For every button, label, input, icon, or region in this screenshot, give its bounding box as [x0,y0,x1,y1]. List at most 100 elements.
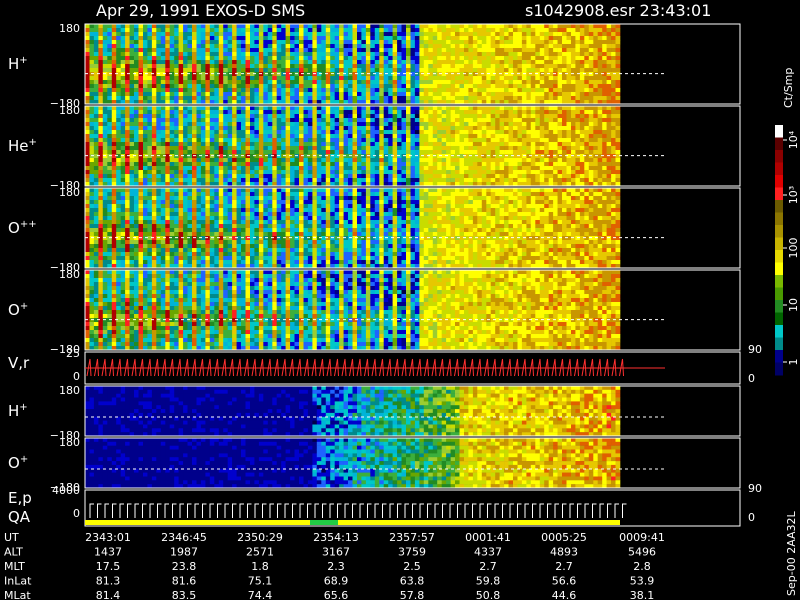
colorbar-segment [775,250,783,263]
vr-tick-top: 25 [66,347,80,360]
spectrogram-panel [85,188,621,269]
colorbar-segment [775,287,783,301]
footer-value: 53.9 [630,575,655,588]
colorbar-segment [775,212,783,226]
y-tick-top: 180 [59,436,80,449]
footer-value: 3759 [398,546,426,559]
panel-label: H+ [8,55,28,73]
footer-value: 4893 [550,546,578,559]
vr-right-tick-bottom: 0 [748,372,755,385]
panel-label: H+ [8,402,28,420]
panel-label: O++ [8,219,37,237]
colorbar-segment [775,125,783,138]
footer-value: 2.5 [403,560,421,573]
footer-value: 57.8 [400,589,425,600]
spectrogram-panel [85,24,621,105]
footer-value: 38.1 [630,589,655,600]
footer-value: 0009:41 [619,531,665,544]
footer-value: 1.8 [251,560,269,573]
footer-value: 2.8 [633,560,651,573]
footer-value: 0001:41 [465,531,511,544]
y-tick-top: 180 [59,104,80,117]
footer-value: 2350:29 [237,531,283,544]
footer-value: 75.1 [248,575,273,588]
spectrogram-panel-lower [85,386,621,437]
colorbar-segment [775,275,783,288]
footer-value: 1987 [170,546,198,559]
footer-side-text: Sep-00 2AA32L [785,510,798,596]
footer-value: 23.8 [172,560,197,573]
colorbar-segment [775,262,783,276]
footer-value: 2346:45 [161,531,207,544]
footer-value: 56.6 [552,575,577,588]
chart-title: Apr 29, 1991 EXOS-D SMS [96,1,305,20]
footer-value: 2.7 [555,560,573,573]
colorbar-segment [775,337,783,351]
colorbar-tick: 100 [787,238,800,259]
footer-value: 2571 [246,546,274,559]
footer-value: 68.9 [324,575,349,588]
colorbar-segment [775,225,783,238]
footer-value: 59.8 [476,575,501,588]
colorbar-tick: 10⁴ [787,130,800,149]
colorbar-segment [775,187,783,201]
ep-tick-top: 4000 [52,484,80,497]
colorbar-segment [775,137,783,151]
colorbar-segment [775,175,783,188]
spectrogram-panel [85,106,621,187]
colorbar-segment [775,362,783,376]
colorbar-segment [775,325,783,338]
footer-value: 44.6 [552,589,577,600]
colorbar-unit: Ct/Smp [782,68,795,108]
footer-value: 83.5 [172,589,197,600]
ep-tick-bottom: 0 [73,507,80,520]
panel-label: O+ [8,301,28,319]
spectrogram-figure: 180−180H+180−180He+180−180O++180−180O+18… [4,1,800,600]
y-tick-top: 180 [59,268,80,281]
footer-value: 81.3 [96,575,121,588]
footer-value: 2343:01 [85,531,131,544]
y-tick-top: 180 [59,186,80,199]
footer-value: 2354:13 [313,531,359,544]
footer-value: 74.4 [248,589,273,600]
qa-bar [85,520,620,525]
colorbar-segment [775,150,783,163]
spectrogram-panel [85,270,621,351]
vr-right-tick-top: 90 [748,343,762,356]
ep-right-tick-top: 90 [748,482,762,495]
footer-value: 3167 [322,546,350,559]
footer-label: MLT [4,560,25,573]
colorbar-tick: 1 [787,359,800,366]
footer-label: UT [4,531,19,544]
ep-label: E,p [8,489,32,507]
footer-value: 2.3 [327,560,345,573]
footer-value: 63.8 [400,575,425,588]
footer-label: ALT [4,546,23,559]
footer-value: 5496 [628,546,656,559]
footer-label: MLat [4,589,31,600]
footer-label: InLat [4,575,32,588]
panel-label: O+ [8,454,28,472]
footer-value: 2357:57 [389,531,435,544]
colorbar-tick: 10 [787,298,800,312]
vr-label: V,r [8,354,30,372]
footer-value: 4337 [474,546,502,559]
footer-value: 81.4 [96,589,121,600]
footer-value: 81.6 [172,575,197,588]
vr-tick-bottom: 0 [73,370,80,383]
colorbar-tick: 10³ [787,186,800,204]
footer-value: 0005:25 [541,531,587,544]
colorbar-segment [775,312,783,326]
footer-value: 65.6 [324,589,349,600]
qa-label: QA [8,508,31,526]
ep-right-tick-bottom: 0 [748,511,755,524]
file-label: s1042908.esr 23:43:01 [525,1,711,20]
footer-value: 50.8 [476,589,501,600]
footer-value: 17.5 [96,560,121,573]
colorbar-segment [775,300,783,313]
spectrogram-panel-lower [85,438,621,489]
footer-value: 1437 [94,546,122,559]
colorbar-segment [775,162,783,176]
panel-label: He+ [8,137,37,155]
y-tick-top: 180 [59,22,80,35]
